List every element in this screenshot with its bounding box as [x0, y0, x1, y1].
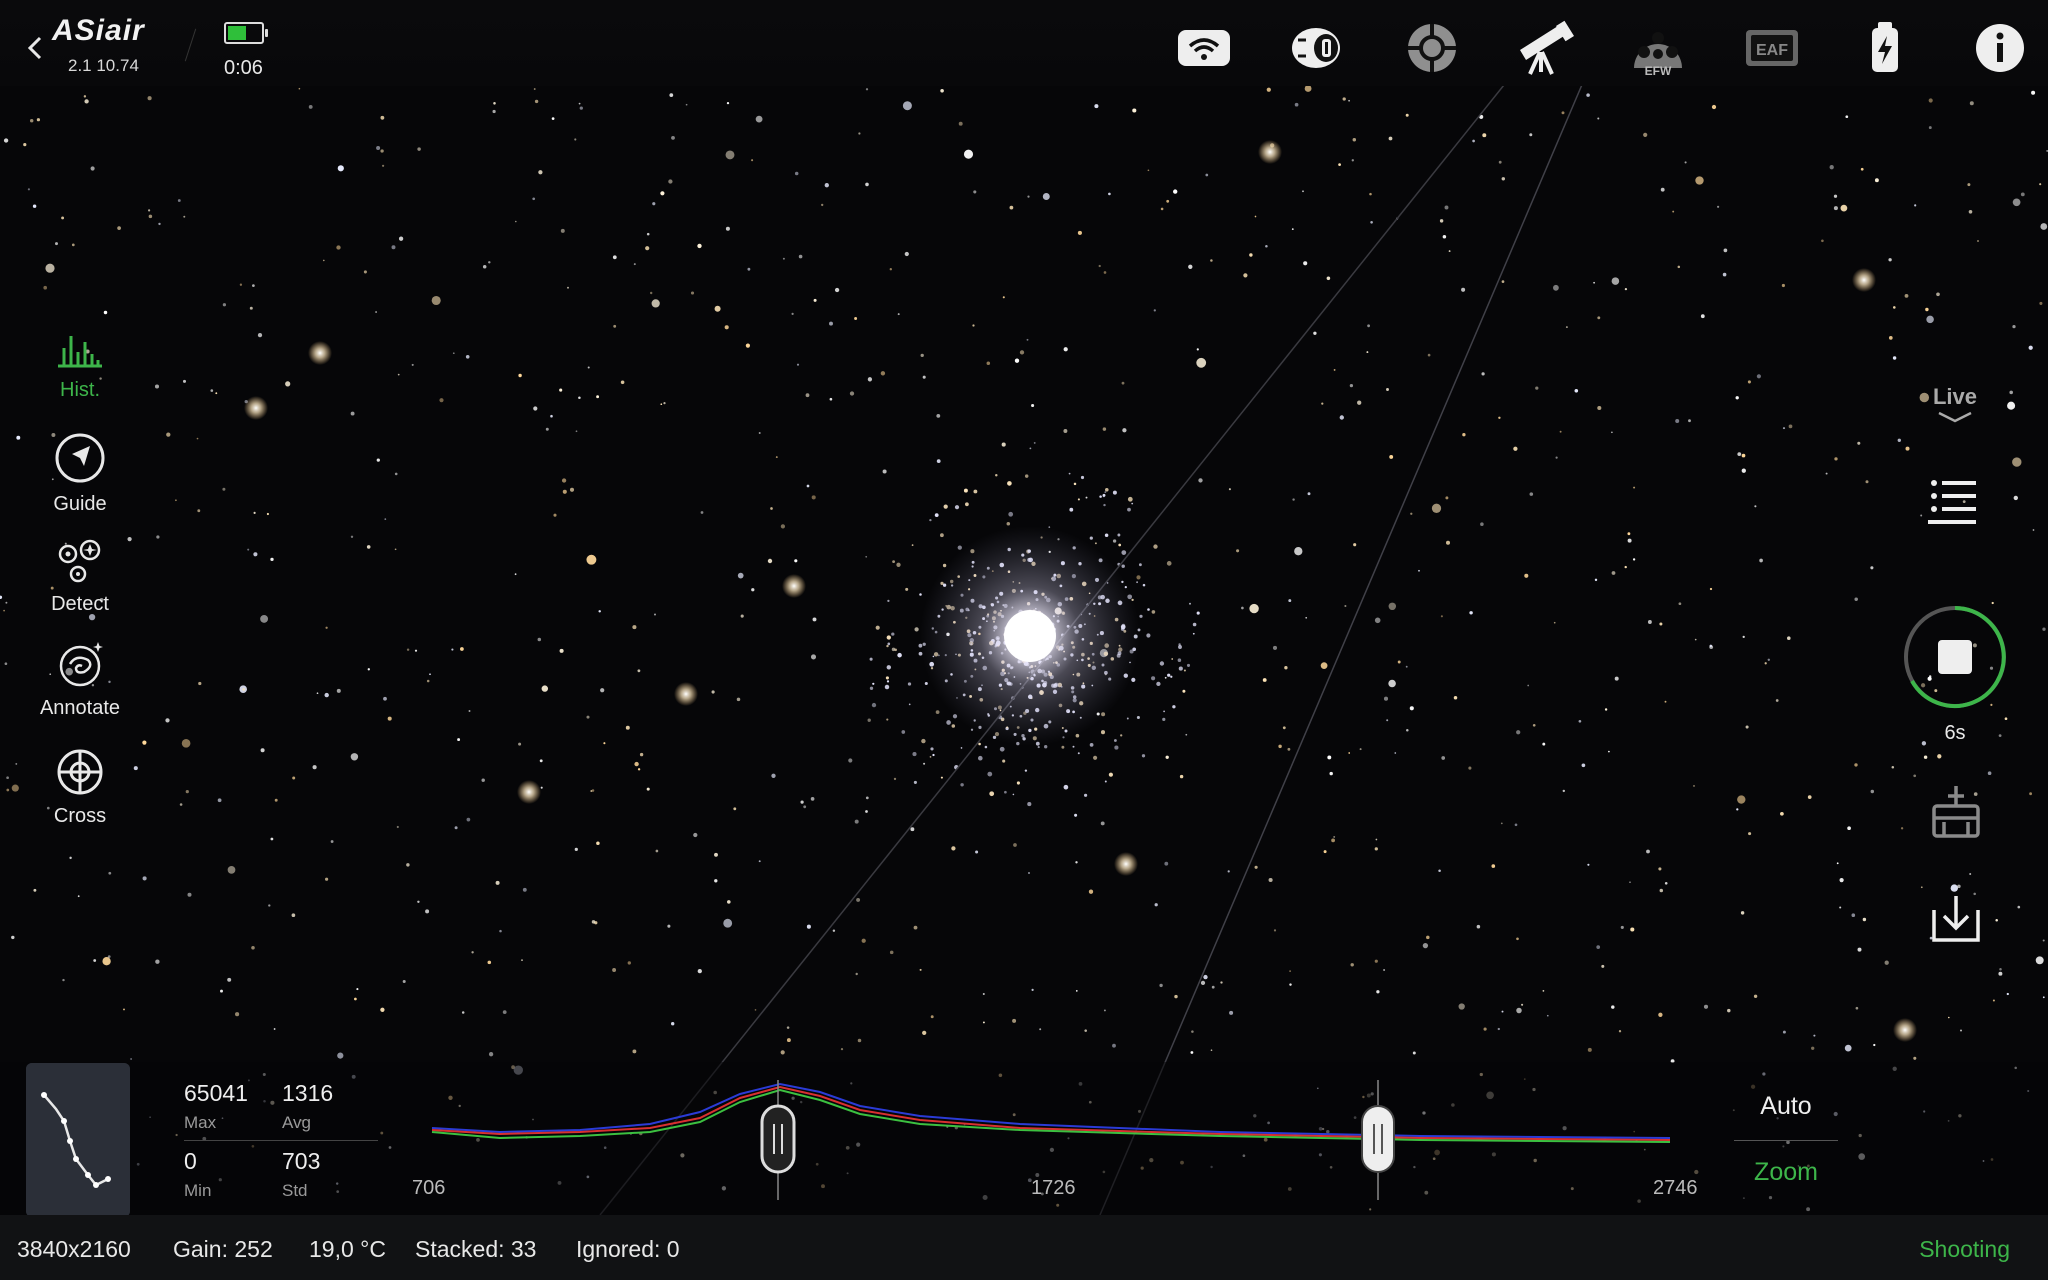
- eaf-icon[interactable]: EAF: [1742, 18, 1802, 78]
- status-temperature: 19,0 °C: [309, 1236, 386, 1262]
- hist-axis-right: 2746: [1653, 1177, 1698, 1199]
- top-bar: [0, 0, 2048, 86]
- app-version: 2.1 10.74: [68, 56, 139, 75]
- histogram-icon: [58, 336, 102, 368]
- stat-std-value: 703: [282, 1148, 321, 1174]
- crosshair-icon: [57, 749, 103, 795]
- stat-max-label: Max: [184, 1113, 217, 1132]
- status-bar: [0, 1215, 2048, 1280]
- list-icon[interactable]: [1920, 474, 1990, 528]
- status-stacked: Stacked: 33: [415, 1236, 537, 1262]
- app-logo: ASiair: [52, 14, 145, 47]
- stat-max-value: 65041: [184, 1080, 248, 1106]
- efw-icon[interactable]: EFW: [1628, 18, 1688, 78]
- hist-axis-mid: 1726: [1031, 1177, 1076, 1199]
- info-icon[interactable]: [1970, 18, 2030, 78]
- tool-guide-label: Guide: [53, 493, 107, 515]
- status-resolution: 3840x2160: [17, 1236, 131, 1262]
- hist-axis-left: 706: [412, 1177, 446, 1199]
- tool-histogram[interactable]: Hist.: [30, 326, 130, 402]
- tool-detect[interactable]: Detect: [30, 538, 130, 616]
- live-preview-image[interactable]: [0, 0, 2048, 1216]
- telescope-icon[interactable]: [1514, 18, 1575, 78]
- tool-guide[interactable]: Guide: [30, 432, 130, 516]
- auto-button[interactable]: Auto: [1734, 1092, 1838, 1121]
- mode-label: Live: [1932, 384, 1978, 409]
- stat-avg-label: Avg: [282, 1113, 311, 1132]
- detect-icon: [58, 539, 101, 583]
- battery-icon: [224, 22, 268, 44]
- efw-label: EFW: [1645, 64, 1672, 78]
- elapsed-time: 0:06: [224, 57, 263, 79]
- tool-annotate[interactable]: Annotate: [30, 640, 130, 720]
- eaf-label: EAF: [1756, 42, 1788, 59]
- power-bank-icon[interactable]: [1856, 18, 1916, 78]
- stat-std-label: Std: [282, 1181, 308, 1200]
- tool-cross[interactable]: Cross: [30, 748, 130, 828]
- tool-annotate-label: Annotate: [39, 697, 121, 719]
- exposure-time: 6s: [1944, 722, 1966, 744]
- divider: [184, 1140, 378, 1141]
- battery-level: [228, 26, 246, 40]
- tool-histogram-label: Hist.: [60, 379, 100, 401]
- status-ignored: Ignored: 0: [576, 1236, 680, 1262]
- stat-avg-value: 1316: [282, 1080, 334, 1106]
- zoom-button[interactable]: Zoom: [1734, 1158, 1838, 1187]
- annotate-icon: [59, 642, 103, 687]
- chevron-down-icon: [1938, 411, 1972, 423]
- white-point-slider[interactable]: [1361, 1105, 1395, 1173]
- stop-icon: [1938, 640, 1972, 674]
- guide-icon: [55, 433, 105, 483]
- wifi-icon[interactable]: [1174, 18, 1234, 78]
- divider: [1734, 1140, 1838, 1141]
- tool-cross-label: Cross: [53, 805, 107, 827]
- camera-icon[interactable]: [1288, 18, 1348, 78]
- tool-detect-label: Detect: [51, 593, 109, 615]
- stop-button[interactable]: [1902, 604, 2008, 710]
- preview-thumbnail[interactable]: [26, 1063, 130, 1217]
- status-shooting: Shooting: [1919, 1236, 2010, 1262]
- mode-selector[interactable]: Live: [1920, 384, 1990, 429]
- stat-min-label: Min: [184, 1181, 212, 1200]
- download-icon[interactable]: [1920, 894, 1990, 944]
- clear-icon[interactable]: [1920, 782, 1990, 838]
- stat-min-value: 0: [184, 1148, 197, 1174]
- status-gain: Gain: 252: [173, 1236, 273, 1262]
- black-point-slider[interactable]: [760, 1104, 796, 1174]
- back-arrow-icon[interactable]: [22, 30, 48, 66]
- guide-camera-icon[interactable]: [1402, 18, 1462, 78]
